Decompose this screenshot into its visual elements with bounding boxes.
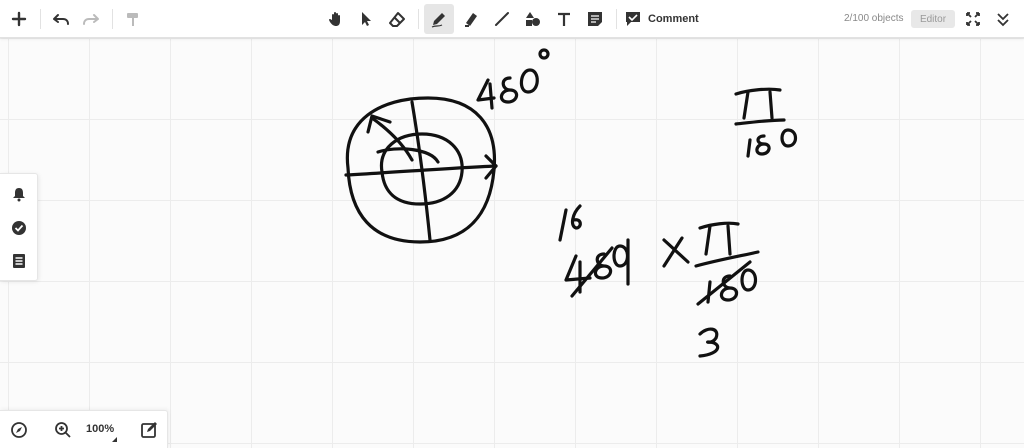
object-count: 2/100 objects: [844, 13, 904, 24]
comment-icon: [626, 12, 640, 26]
fit-screen-icon[interactable]: [958, 4, 988, 34]
undo-icon[interactable]: [46, 4, 76, 34]
eraser-icon[interactable]: [382, 4, 412, 34]
check-circle-icon[interactable]: [6, 215, 32, 241]
zoom-in-icon[interactable]: [50, 417, 76, 443]
edit-icon[interactable]: [136, 417, 162, 443]
shapes-icon[interactable]: [518, 4, 548, 34]
zoom-level[interactable]: 100%: [86, 423, 114, 435]
highlighter-icon[interactable]: [456, 4, 486, 34]
redo-icon[interactable]: [76, 4, 106, 34]
plus-icon[interactable]: [4, 4, 34, 34]
paint-roller-icon[interactable]: [118, 4, 148, 34]
side-panel: [0, 173, 38, 281]
toolbar-divider: [112, 9, 113, 29]
hand-icon[interactable]: [321, 4, 351, 34]
comment-label: Comment: [648, 13, 699, 25]
toolbar-divider: [616, 9, 617, 29]
handwritten-drawing: [344, 48, 798, 358]
editor-label: Editor: [919, 13, 947, 25]
top-toolbar: Comment 2/100 objects Editor: [0, 0, 1024, 38]
editor-badge[interactable]: Editor: [911, 10, 955, 28]
toolbar-divider: [40, 9, 41, 29]
pen-icon[interactable]: [424, 4, 454, 34]
toolbar-divider: [418, 9, 419, 29]
note-icon[interactable]: [580, 4, 610, 34]
cursor-icon[interactable]: [351, 4, 381, 34]
bell-icon[interactable]: [6, 181, 32, 207]
bottom-bar: 100%: [0, 410, 168, 448]
line-icon[interactable]: [487, 4, 517, 34]
comment-button[interactable]: Comment: [624, 4, 699, 34]
zoom-dropdown-indicator[interactable]: [112, 437, 117, 442]
list-icon[interactable]: [6, 248, 32, 274]
text-icon[interactable]: [549, 4, 579, 34]
compass-icon[interactable]: [6, 417, 32, 443]
chevrons-down-icon[interactable]: [988, 4, 1018, 34]
